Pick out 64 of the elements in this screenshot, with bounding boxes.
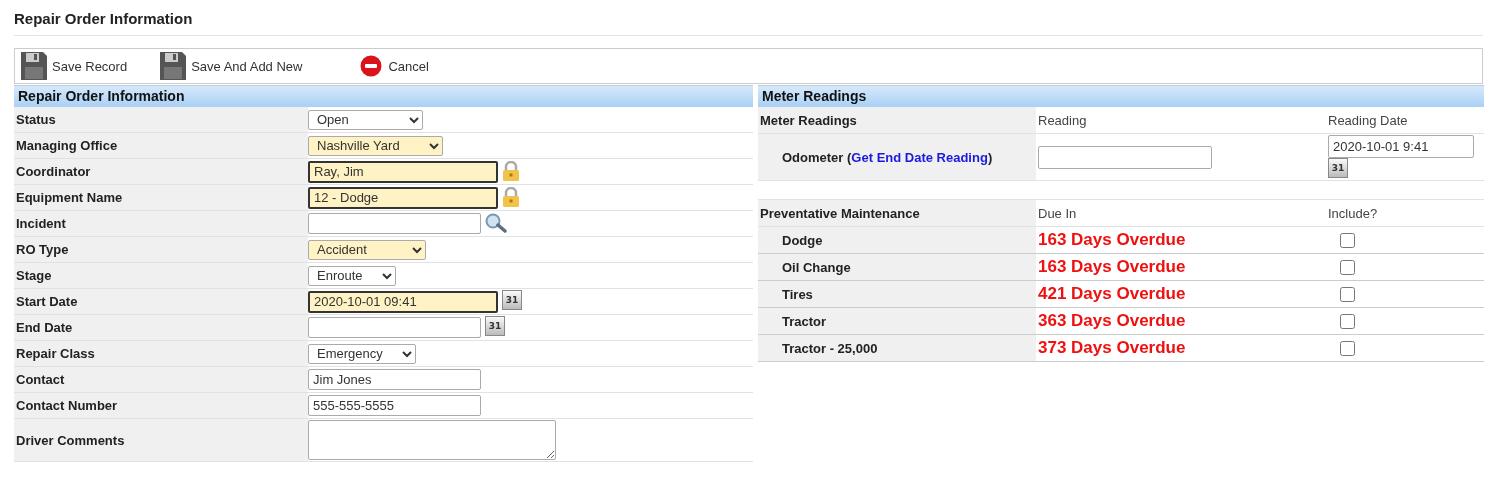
lock-icon bbox=[502, 161, 520, 181]
input-field[interactable]: 12 - Dodge bbox=[308, 186, 498, 209]
meter-name: Odometer (Get End Date Reading) bbox=[782, 149, 993, 165]
save-button[interactable]: Save And Add New bbox=[157, 51, 305, 81]
maintenance-name: Tractor - 25,000 bbox=[782, 340, 878, 356]
field-label: Equipment Name bbox=[14, 185, 308, 210]
dropdown[interactable]: Accident bbox=[308, 239, 426, 260]
include-checkbox[interactable] bbox=[1340, 232, 1355, 248]
field-label: Contact Number bbox=[14, 393, 308, 418]
include-checkbox[interactable] bbox=[1340, 340, 1355, 356]
field-label: Repair Class bbox=[14, 341, 308, 366]
field-label: Start Date bbox=[14, 289, 308, 314]
lock-icon bbox=[502, 187, 520, 207]
field-label: Managing Office bbox=[14, 133, 308, 158]
field-label: Coordinator bbox=[14, 159, 308, 184]
input-field[interactable]: Jim Jones bbox=[308, 369, 481, 390]
save-button[interactable]: Save Record bbox=[18, 51, 130, 81]
field-label: Driver Comments bbox=[14, 419, 308, 461]
section-header: Meter Readings bbox=[758, 85, 1484, 107]
section-header: Repair Order Information bbox=[14, 85, 753, 107]
input-field[interactable]: 2020-10-01 09:41 bbox=[308, 290, 498, 313]
column-heading: Reading bbox=[1037, 111, 1088, 130]
page-title: Repair Order Information bbox=[14, 10, 1483, 36]
column-heading: Due In bbox=[1037, 204, 1078, 223]
date-field[interactable]: 2020-10-01 9:41 bbox=[1328, 135, 1474, 158]
text-area[interactable] bbox=[308, 420, 556, 460]
maintenance-name: Oil Change bbox=[782, 259, 851, 275]
table-heading: Meter Readings bbox=[758, 107, 1036, 133]
include-checkbox[interactable] bbox=[1340, 313, 1355, 329]
due-status: 163 Days Overdue bbox=[1038, 257, 1186, 277]
field-label: End Date bbox=[14, 315, 308, 340]
column-heading: Reading Date bbox=[1327, 111, 1409, 130]
field-label: RO Type bbox=[14, 237, 308, 262]
dropdown[interactable]: Nashville Yard bbox=[308, 135, 443, 156]
calendar-button[interactable]: 31 bbox=[485, 316, 505, 336]
include-checkbox[interactable] bbox=[1340, 259, 1355, 275]
input-field[interactable]: Ray, Jim bbox=[308, 160, 498, 183]
due-status: 373 Days Overdue bbox=[1038, 338, 1186, 358]
maintenance-name: Tires bbox=[782, 286, 813, 302]
search-icon[interactable] bbox=[485, 213, 507, 233]
column-heading: Include? bbox=[1327, 204, 1379, 223]
calendar-button[interactable]: 31 bbox=[502, 290, 522, 310]
due-status: 421 Days Overdue bbox=[1038, 284, 1186, 304]
reading-link[interactable]: Get End Date Reading bbox=[851, 149, 988, 165]
calendar-button[interactable]: 31 bbox=[1328, 158, 1348, 178]
field-label: Incident bbox=[14, 211, 308, 236]
input-field[interactable] bbox=[308, 213, 481, 234]
table-heading: Preventative Maintenance bbox=[758, 200, 1036, 226]
include-checkbox[interactable] bbox=[1340, 286, 1355, 302]
cancel-button[interactable]: Cancel bbox=[358, 55, 431, 77]
dropdown[interactable]: Emergency bbox=[308, 343, 416, 364]
field-label: Status bbox=[14, 107, 308, 132]
dropdown[interactable]: Enroute bbox=[308, 265, 396, 286]
maintenance-name: Tractor bbox=[782, 313, 827, 329]
field-label: Contact bbox=[14, 367, 308, 392]
input-field[interactable] bbox=[308, 317, 481, 338]
due-status: 163 Days Overdue bbox=[1038, 230, 1186, 250]
dropdown[interactable]: Open bbox=[308, 109, 423, 130]
input-field[interactable]: 555-555-5555 bbox=[308, 395, 481, 416]
due-status: 363 Days Overdue bbox=[1038, 311, 1186, 331]
input-field[interactable] bbox=[1038, 145, 1212, 169]
field-label: Stage bbox=[14, 263, 308, 288]
maintenance-name: Dodge bbox=[782, 232, 823, 248]
cancel-icon bbox=[360, 55, 383, 77]
